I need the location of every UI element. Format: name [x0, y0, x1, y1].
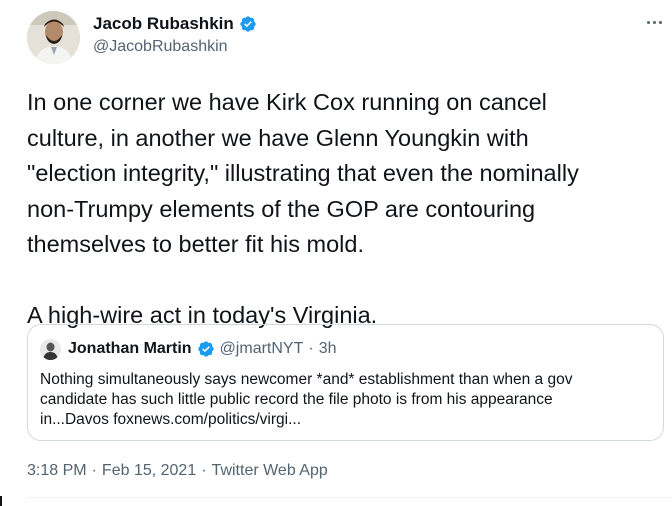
tweet-date[interactable]: Feb 15, 2021 — [102, 462, 196, 480]
tweet-source[interactable]: Twitter Web App — [212, 462, 328, 480]
author-handle[interactable]: @JacobRubashkin — [93, 38, 228, 56]
quoted-author-name[interactable]: Jonathan Martin — [68, 340, 192, 358]
quoted-line: Nothing simultaneously says newcomer *an… — [40, 371, 573, 388]
tweet-line: non-Trumpy elements of the GOP are conto… — [27, 195, 536, 222]
tweet-text: In one corner we have Kirk Cox running o… — [27, 85, 667, 334]
edge-mark — [0, 496, 2, 506]
tweet-line: In one corner we have Kirk Cox running o… — [27, 89, 547, 115]
tweet-meta: 3:18 PM · Feb 15, 2021 · Twitter Web App — [27, 462, 328, 480]
quoted-header: Jonathan Martin @jmartNYT · 3h — [68, 340, 336, 358]
meta-separator: · — [91, 462, 97, 479]
tweet-time[interactable]: 3:18 PM — [27, 462, 87, 480]
author-avatar[interactable] — [27, 11, 80, 64]
author-name-text[interactable]: Jacob Rubashkin — [93, 14, 234, 34]
quoted-text: Nothing simultaneously says newcomer *an… — [40, 370, 655, 430]
quoted-author-handle[interactable]: @jmartNYT — [220, 340, 304, 358]
tweet-line: themselves to better fit his mold. — [27, 231, 364, 257]
verified-badge-icon — [197, 341, 214, 357]
quoted-timestamp[interactable]: 3h — [319, 340, 337, 358]
more-options-icon[interactable] — [643, 12, 665, 32]
quoted-line: candidate has such little public record … — [40, 391, 553, 408]
tweet-line: culture, in another we have Glenn Youngk… — [27, 124, 529, 151]
meta-separator: · — [201, 462, 207, 479]
verified-badge-icon — [240, 16, 256, 32]
quoted-tweet[interactable]: Jonathan Martin @jmartNYT · 3h Nothing s… — [27, 324, 664, 441]
quoted-author-avatar[interactable] — [40, 339, 61, 360]
tweet-line: "election integrity," illustrating that … — [27, 160, 579, 186]
quoted-line: in...Davos foxnews.com/politics/virgi... — [40, 411, 302, 428]
tweet-card: Jacob Rubashkin @JacobRubashkin In one c… — [0, 0, 672, 506]
author-name[interactable]: Jacob Rubashkin — [93, 14, 257, 34]
divider — [27, 497, 672, 498]
quoted-separator: · — [308, 340, 314, 357]
